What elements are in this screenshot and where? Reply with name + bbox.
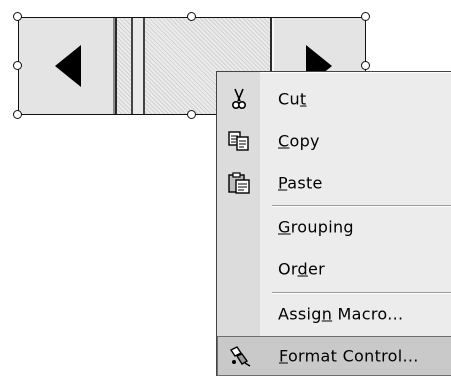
left-arrow-icon [55, 45, 81, 87]
context-menu: Cut Copy Paste Grouping Order Assign Mac… [216, 71, 451, 376]
menu-item-paste[interactable]: Paste [217, 163, 451, 203]
scroll-thumb[interactable] [131, 18, 145, 114]
menu-item-grouping[interactable]: Grouping [217, 207, 451, 247]
resize-handle-bottom-middle[interactable] [187, 110, 196, 119]
resize-handle-middle-right[interactable] [361, 61, 370, 70]
menu-item-assign-macro[interactable]: Assign Macro... [217, 294, 451, 334]
menu-item-label: Format Control... [279, 346, 419, 366]
scroll-left-button[interactable] [19, 18, 117, 114]
resize-handle-middle-left[interactable] [13, 61, 22, 70]
menu-item-order[interactable]: Order [217, 249, 451, 289]
menu-item-copy[interactable]: Copy [217, 121, 451, 161]
menu-item-label: Copy [278, 131, 320, 151]
resize-handle-top-left[interactable] [13, 12, 22, 21]
menu-item-format-control[interactable]: Format Control... [217, 336, 451, 376]
format-control-icon [229, 346, 251, 367]
menu-item-label: Cut [278, 89, 307, 109]
resize-handle-top-right[interactable] [361, 12, 370, 21]
menu-item-label: Grouping [278, 217, 354, 237]
scissors-icon [232, 88, 247, 110]
copy-icon [228, 131, 249, 151]
menu-item-label: Paste [278, 173, 323, 193]
menu-item-cut[interactable]: Cut [217, 79, 451, 119]
paste-icon [228, 172, 250, 194]
resize-handle-top-middle[interactable] [187, 12, 196, 21]
menu-item-label: Assign Macro... [278, 304, 404, 324]
menu-item-label: Order [278, 259, 325, 279]
resize-handle-bottom-left[interactable] [13, 110, 22, 119]
